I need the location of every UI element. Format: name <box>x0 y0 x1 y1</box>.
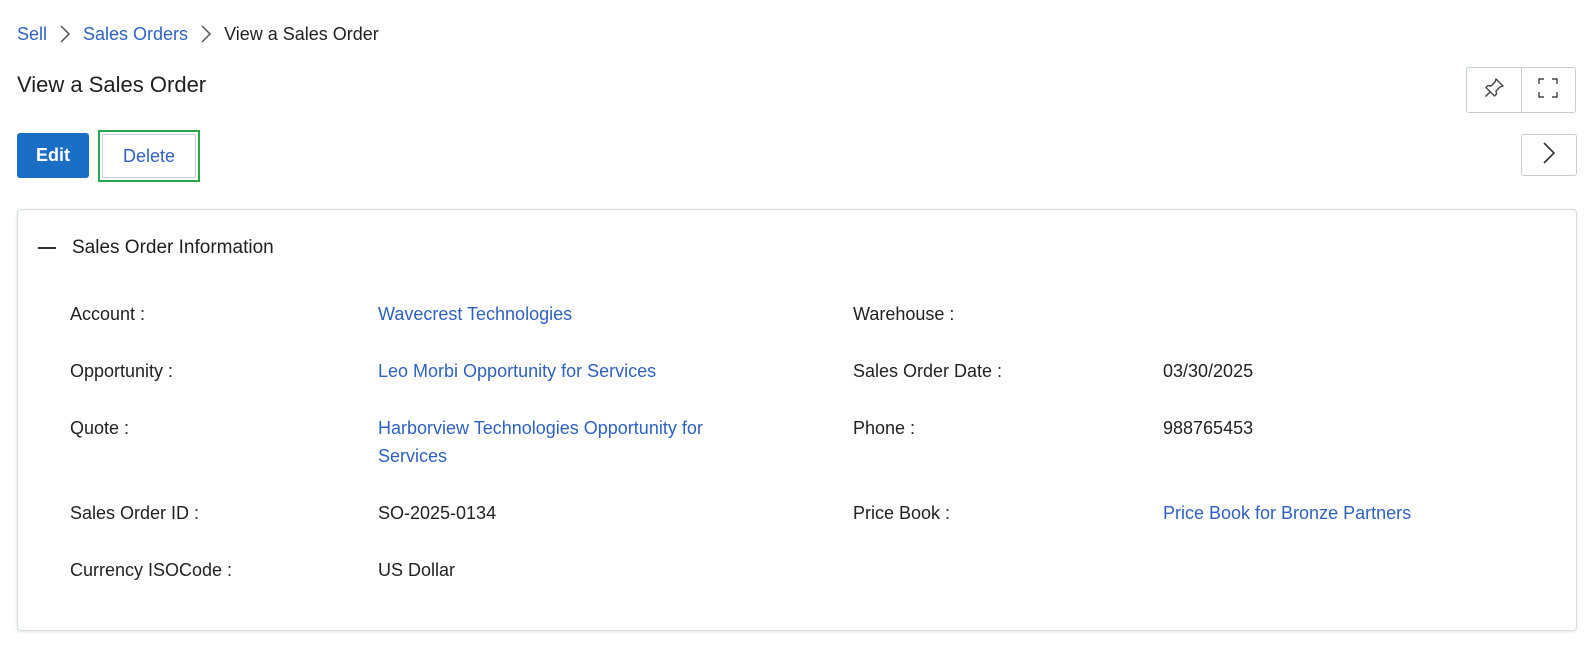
breadcrumb-current: View a Sales Order <box>224 23 379 44</box>
sales-order-date-value: 03/30/2025 <box>1163 361 1254 381</box>
sales-order-id-value: SO-2025-0134 <box>378 503 497 523</box>
sales-order-id-label: Sales Order ID : <box>70 503 200 523</box>
breadcrumb-sell[interactable]: Sell <box>17 24 47 45</box>
quote-value-line1: Harborview Technologies Opportunity for <box>378 418 703 438</box>
next-record-button[interactable] <box>1521 134 1577 176</box>
account-value[interactable]: Wavecrest Technologies <box>378 300 572 328</box>
view-tools <box>1466 67 1576 113</box>
opportunity-value[interactable]: Leo Morbi Opportunity for Services <box>378 357 656 385</box>
warehouse-label: Warehouse : <box>853 304 955 324</box>
account-label: Account : <box>70 304 146 324</box>
pin-icon <box>1483 77 1505 104</box>
fullscreen-icon <box>1537 77 1559 104</box>
quote-label: Quote : <box>70 418 130 438</box>
price-book-value[interactable]: Price Book for Bronze Partners <box>1163 499 1411 527</box>
sales-order-date-label: Sales Order Date : <box>853 361 1003 381</box>
currency-value: US Dollar <box>378 560 456 580</box>
delete-button[interactable]: Delete <box>102 134 196 178</box>
currency-label: Currency ISOCode : <box>70 560 233 580</box>
section-title: Sales Order Information <box>72 237 274 258</box>
phone-label: Phone : <box>853 418 916 438</box>
collapse-icon <box>38 247 56 249</box>
sales-order-information-panel: Sales Order Information Account : Wavecr… <box>17 209 1577 631</box>
edit-button[interactable]: Edit <box>17 133 89 178</box>
breadcrumb: Sell Sales Orders View a Sales Order <box>17 22 379 46</box>
section-toggle[interactable]: Sales Order Information <box>38 234 274 262</box>
chevron-right-icon <box>1541 140 1557 171</box>
chevron-right-icon <box>188 22 224 46</box>
quote-value[interactable]: Harborview Technologies Opportunity for … <box>378 414 703 470</box>
page-title: View a Sales Order <box>17 72 207 97</box>
quote-value-line2: Services <box>378 446 448 466</box>
chevron-right-icon <box>47 22 83 46</box>
fullscreen-button[interactable] <box>1520 68 1576 112</box>
delete-button-highlight: Delete <box>98 130 200 182</box>
price-book-label: Price Book : <box>853 503 951 523</box>
pin-button[interactable] <box>1467 68 1521 112</box>
breadcrumb-sales-orders[interactable]: Sales Orders <box>83 24 188 45</box>
opportunity-label: Opportunity : <box>70 361 174 381</box>
phone-value: 988765453 <box>1163 418 1254 438</box>
